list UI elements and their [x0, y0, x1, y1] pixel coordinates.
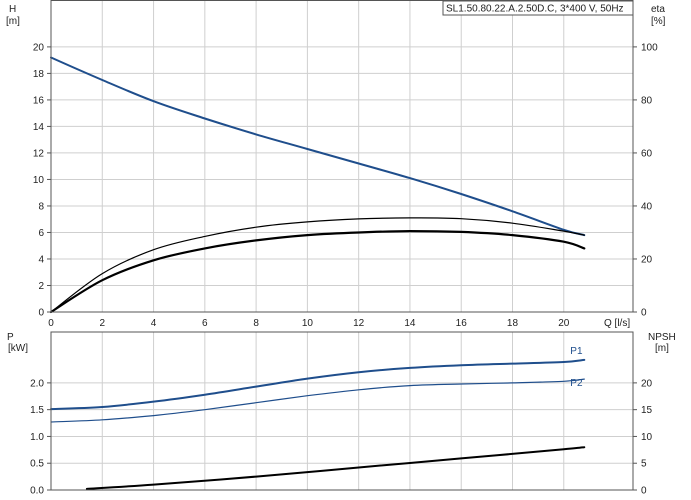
bottom-ytick-right-label: 10 — [641, 432, 653, 443]
top-xtick-label: 4 — [151, 318, 157, 329]
top-xlabel: Q [l/s] — [604, 318, 630, 329]
bottom-ytick-label: 1.5 — [30, 405, 44, 416]
bottom-ytick-right-label: 15 — [641, 405, 653, 416]
chart-title: SL1.50.80.22.A.2.50D.C, 3*400 V, 50Hz — [446, 4, 624, 15]
top-xtick-label: 18 — [507, 318, 519, 329]
top-ytick-label: 18 — [33, 69, 45, 80]
top-ytick-right-label: 100 — [641, 42, 658, 53]
bottom-ylabel-line1: P — [7, 332, 14, 343]
bottom-series-label-p2: P2 — [570, 378, 583, 389]
bottom-series-label-p1: P1 — [570, 346, 583, 357]
top-ytick-label: 6 — [38, 228, 44, 239]
top-ytick-right-label: 0 — [641, 308, 647, 319]
top-ytick-label: 8 — [38, 201, 44, 212]
top-ytick-label: 12 — [33, 148, 45, 159]
bottom-ytick-label: 0.5 — [30, 459, 44, 470]
top-ytick-right-label: 40 — [641, 201, 653, 212]
bottom-plot-frame — [50, 331, 634, 491]
bottom-ylabel-right-line1: NPSH — [648, 332, 676, 343]
top-ylabel-line2: [m] — [6, 16, 20, 27]
bottom-series-line-2 — [85, 446, 586, 490]
top-ytick-label: 20 — [33, 42, 45, 53]
bottom-ytick-right-label: 20 — [641, 378, 653, 389]
bottom-panel: 0.00.51.01.52.005101520P1P2 P [kW] NPSH … — [7, 331, 676, 497]
top-ytick-right-label: 20 — [641, 254, 653, 265]
top-ytick-right-label: 80 — [641, 95, 653, 106]
top-ytick-label: 10 — [33, 175, 45, 186]
top-ytick-label: 14 — [33, 122, 45, 133]
top-ylabel-line1: H — [9, 4, 16, 15]
pump-performance-chart: 024681012141618200204060801000 2 4 6 8 10 12 14… — [6, 0, 676, 497]
top-xtick-label: 0 — [48, 318, 54, 329]
top-tick-labels: 0 2 4 6 8 10 12 14 16 18 20 0 20 40 60 80 100 0 2 4 6 8 10 12 14… — [33, 42, 658, 329]
top-xtick-label: 8 — [253, 318, 259, 329]
bottom-ytick-right-label: 5 — [641, 459, 647, 470]
bottom-ytick-label: 2.0 — [30, 378, 44, 389]
bottom-ytick-label: 1.0 — [30, 432, 44, 443]
bottom-series-line-0 — [50, 358, 586, 411]
bottom-ylabel-right-line2: [m] — [655, 343, 669, 354]
bottom-tick-labels: 0.0 0.5 1.0 1.5 2.0 0 5 10 15 20 P1 P2 — [30, 346, 652, 497]
top-ytick-label: 4 — [38, 254, 44, 265]
top-xtick-label: 10 — [302, 318, 314, 329]
top-ylabel-right-line1: eta — [651, 4, 665, 15]
top-ytick-right-label: 60 — [641, 148, 653, 159]
bottom-ylabel-line2: [kW] — [8, 343, 28, 354]
bottom-gridlines — [50, 332, 633, 491]
bottom-series — [50, 358, 586, 490]
top-ytick-label: 2 — [38, 281, 44, 292]
top-series — [49, 56, 586, 314]
top-series-line-0 — [50, 56, 586, 237]
bottom-series-line-1 — [50, 378, 585, 423]
top-panel: 0 2 4 6 8 10 12 14 16 18 20 0 20 40 60 80 100 0 2 4 6 8 10 12 14… — [6, 0, 666, 329]
top-ytick-label: 16 — [33, 95, 45, 106]
top-xtick-label: 2 — [99, 318, 105, 329]
bottom-ytick-right-label: 0 — [641, 486, 647, 497]
top-ylabel-right-line2: [%] — [651, 16, 666, 27]
top-ytick-label: 0 — [38, 308, 44, 319]
top-xtick-label: 12 — [353, 318, 365, 329]
top-xtick-label: 16 — [456, 318, 468, 329]
top-xtick-label: 20 — [558, 318, 570, 329]
top-xtick-label: 14 — [404, 318, 416, 329]
bottom-ytick-label: 0.0 — [30, 486, 44, 497]
top-xtick-label: 6 — [202, 318, 208, 329]
top-series-line-2 — [49, 229, 586, 314]
